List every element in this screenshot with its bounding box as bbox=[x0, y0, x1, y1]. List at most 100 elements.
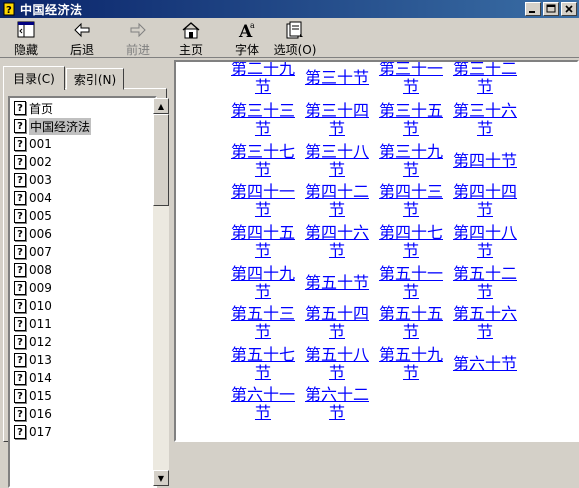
font-button[interactable]: Aa 字体 bbox=[222, 20, 272, 57]
section-link[interactable]: 第三十六节 bbox=[448, 102, 522, 138]
section-link[interactable]: 第四十二节 bbox=[300, 183, 374, 219]
tree-item[interactable]: ? 010 bbox=[14, 298, 52, 314]
scroll-thumb[interactable] bbox=[153, 114, 169, 206]
tree-item[interactable]: ? 007 bbox=[14, 244, 52, 260]
section-link[interactable]: 第三十一节 bbox=[374, 62, 448, 96]
tree-item-label: 010 bbox=[29, 299, 52, 313]
section-link[interactable]: 第四十三节 bbox=[374, 183, 448, 219]
tab-index-label: 索引(N) bbox=[73, 72, 117, 87]
help-page-icon: ? bbox=[14, 119, 26, 133]
section-link[interactable]: 第五十节 bbox=[300, 274, 374, 292]
section-link[interactable]: 第六十节 bbox=[448, 355, 522, 373]
options-icon bbox=[284, 20, 306, 43]
section-link[interactable]: 第四十四节 bbox=[448, 183, 522, 219]
tree-item-label: 014 bbox=[29, 371, 52, 385]
home-button[interactable]: 主页 bbox=[166, 20, 216, 57]
tree-item-label: 011 bbox=[29, 317, 52, 331]
section-link[interactable]: 第五十九节 bbox=[374, 346, 448, 382]
scroll-up-button[interactable]: ▲ bbox=[153, 98, 169, 114]
section-link[interactable]: 第五十六节 bbox=[448, 305, 522, 341]
tree-item[interactable]: ? 011 bbox=[14, 316, 52, 332]
section-link[interactable]: 第三十七节 bbox=[226, 143, 300, 179]
tree-item-label: 017 bbox=[29, 425, 52, 439]
tree-item[interactable]: ? 009 bbox=[14, 280, 52, 296]
section-link[interactable]: 第四十五节 bbox=[226, 224, 300, 260]
help-app-icon: ? bbox=[3, 2, 17, 16]
svg-text:a: a bbox=[250, 21, 255, 30]
help-page-icon: ? bbox=[14, 137, 26, 151]
section-link[interactable]: 第四十节 bbox=[448, 152, 522, 170]
hide-button[interactable]: 隐藏 bbox=[1, 20, 51, 57]
tree-item[interactable]: ? 016 bbox=[14, 406, 52, 422]
section-link[interactable]: 第三十九节 bbox=[374, 143, 448, 179]
section-link[interactable]: 第五十八节 bbox=[300, 346, 374, 382]
home-icon bbox=[180, 20, 202, 43]
hide-icon bbox=[15, 20, 37, 43]
section-link[interactable]: 第三十八节 bbox=[300, 143, 374, 179]
tree-item[interactable]: ? 014 bbox=[14, 370, 52, 386]
scroll-down-button[interactable]: ▼ bbox=[153, 470, 169, 486]
tree-item[interactable]: ? 012 bbox=[14, 334, 52, 350]
tree-scrollbar[interactable]: ▲ ▼ bbox=[153, 98, 169, 486]
section-link[interactable]: 第五十一节 bbox=[374, 265, 448, 301]
tab-contents[interactable]: 目录(C) bbox=[3, 66, 65, 90]
section-link[interactable]: 第三十三节 bbox=[226, 102, 300, 138]
section-link[interactable]: 第四十九节 bbox=[226, 265, 300, 301]
forward-button[interactable]: 前进 bbox=[113, 20, 163, 57]
contents-tree[interactable]: ? 首页? 中国经济法? 001? 002? 003? 004? 005? 006? 007? 00… bbox=[8, 96, 157, 488]
tab-index[interactable]: 索引(N) bbox=[66, 68, 124, 90]
section-link[interactable]: 第四十六节 bbox=[300, 224, 374, 260]
close-button[interactable] bbox=[561, 2, 577, 16]
section-link[interactable]: 第五十七节 bbox=[226, 346, 300, 382]
maximize-button[interactable] bbox=[543, 2, 559, 16]
options-button[interactable]: 选项(O) bbox=[270, 20, 320, 57]
tree-item-label: 015 bbox=[29, 389, 52, 403]
tree-item[interactable]: ? 001 bbox=[14, 136, 52, 152]
help-page-icon: ? bbox=[14, 281, 26, 295]
topic-content-pane[interactable]: 第二十九节 第三十节 第三十一节 第三十二节 第三十三节 第三十四节 第三十五节 第三十六节第… bbox=[174, 60, 579, 442]
section-link[interactable]: 第四十八节 bbox=[448, 224, 522, 260]
back-button[interactable]: 后退 bbox=[57, 20, 107, 57]
section-link[interactable]: 第三十二节 bbox=[448, 62, 522, 96]
tree-item[interactable]: ? 003 bbox=[14, 172, 52, 188]
section-link[interactable]: 第五十五节 bbox=[374, 305, 448, 341]
tree-item-label: 013 bbox=[29, 353, 52, 367]
section-link[interactable]: 第三十节 bbox=[300, 69, 374, 87]
tree-item[interactable]: ? 005 bbox=[14, 208, 52, 224]
help-page-icon: ? bbox=[14, 191, 26, 205]
section-link[interactable]: 第五十二节 bbox=[448, 265, 522, 301]
toolbar-button-label: 后退 bbox=[69, 43, 94, 57]
tree-item[interactable]: ? 008 bbox=[14, 262, 52, 278]
tree-item[interactable]: ? 中国经济法 bbox=[14, 117, 92, 135]
section-link[interactable]: 第四十七节 bbox=[374, 224, 448, 260]
tree-item[interactable]: ? 013 bbox=[14, 352, 52, 368]
section-link[interactable]: 第五十四节 bbox=[300, 305, 374, 341]
section-link[interactable]: 第三十四节 bbox=[300, 102, 374, 138]
tree-item-label: 009 bbox=[29, 281, 52, 295]
tree-item[interactable]: ? 006 bbox=[14, 226, 52, 242]
tree-item-label: 006 bbox=[29, 227, 52, 241]
tree-item-label: 中国经济法 bbox=[29, 117, 92, 135]
toolbar-button-label: 主页 bbox=[178, 43, 203, 57]
section-link[interactable]: 第四十一节 bbox=[226, 183, 300, 219]
help-page-icon: ? bbox=[14, 209, 26, 223]
tab-contents-label: 目录(C) bbox=[13, 72, 55, 86]
section-link[interactable]: 第二十九节 bbox=[226, 62, 300, 96]
toolbar-button-label: 前进 bbox=[125, 43, 150, 57]
section-link[interactable]: 第六十一节 bbox=[226, 386, 300, 422]
section-link[interactable]: 第六十二节 bbox=[300, 386, 374, 422]
tree-item[interactable]: ? 015 bbox=[14, 388, 52, 404]
tree-item[interactable]: ? 002 bbox=[14, 154, 52, 170]
section-link[interactable]: 第三十五节 bbox=[374, 102, 448, 138]
toolbar-button-label: 选项(O) bbox=[273, 43, 317, 57]
help-page-icon: ? bbox=[14, 101, 26, 115]
tree-item-label: 003 bbox=[29, 173, 52, 187]
navigation-pane: 目录(C) 索引(N) ? 首页? 中国经济法? 001? 002? 003? 004? 00… bbox=[0, 60, 170, 488]
help-page-icon: ? bbox=[14, 389, 26, 403]
section-link[interactable]: 第五十三节 bbox=[226, 305, 300, 341]
minimize-button[interactable] bbox=[525, 2, 541, 16]
tree-item[interactable]: ? 004 bbox=[14, 190, 52, 206]
tree-item[interactable]: ? 017 bbox=[14, 424, 52, 440]
tree-item[interactable]: ? 首页 bbox=[14, 100, 53, 116]
tree-item-label: 001 bbox=[29, 137, 52, 151]
